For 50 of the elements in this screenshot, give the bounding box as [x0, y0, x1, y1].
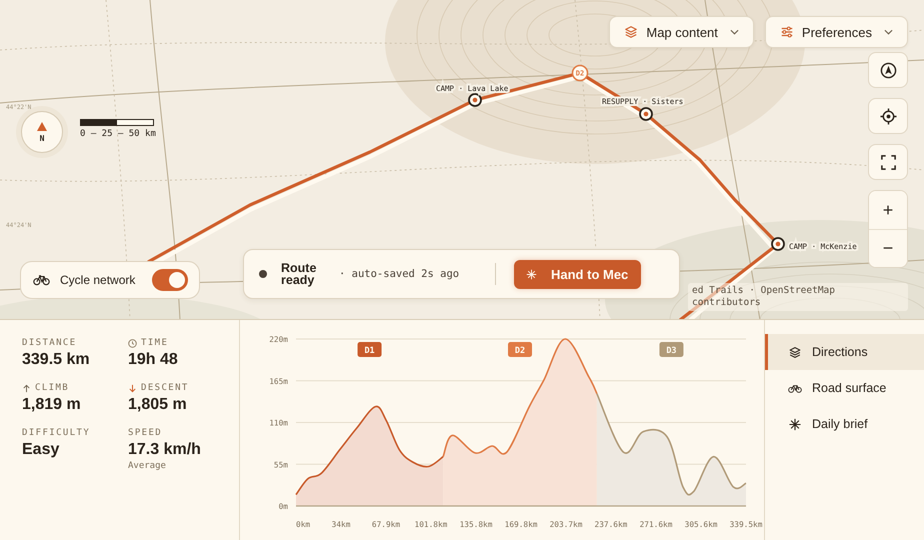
waypoint-marker[interactable] — [771, 237, 785, 251]
waypoint-marker[interactable] — [639, 107, 653, 121]
sparkle-icon — [526, 268, 537, 280]
arrow-up-icon — [22, 384, 31, 392]
north-arrow-icon — [37, 122, 47, 130]
autosave-note: · auto-saved 2s ago — [339, 268, 460, 280]
map-attribution: ed Trails · OpenStreetMap contributors — [688, 283, 908, 311]
stat-value: 1,819 m — [22, 396, 82, 414]
day-badge: D3 — [659, 342, 684, 357]
stat-value: 1,805 m — [128, 396, 188, 414]
stat-value: 17.3 km/h — [128, 441, 202, 459]
status-dot — [259, 270, 267, 278]
stat-label: DISTANCE — [22, 338, 77, 348]
chevron-down-icon — [730, 29, 739, 35]
stat-value: 19h 48 — [128, 351, 179, 369]
arrow-down-icon — [128, 384, 137, 392]
toggle-switch[interactable] — [152, 269, 188, 291]
fullscreen-icon — [880, 154, 896, 170]
dropdown-button[interactable]: Preferences — [764, 16, 908, 48]
locate-icon — [880, 108, 896, 124]
waypoint-marker[interactable] — [468, 93, 482, 107]
clock-icon — [128, 338, 137, 348]
sidebar-tab[interactable]: Directions — [765, 334, 924, 370]
day-badge: D2 — [508, 342, 532, 357]
map-tool-button[interactable] — [868, 144, 908, 180]
stat-value: Easy — [22, 441, 60, 459]
stat-value: 339.5 km — [22, 351, 91, 369]
chevron-down-icon — [884, 29, 893, 35]
stat-label: CLIMB — [35, 383, 70, 393]
hand-off-button[interactable]: Hand to Mec — [514, 260, 641, 288]
zoom-out-button[interactable]: − — [869, 229, 907, 267]
status-title: Route ready — [281, 262, 318, 286]
map-tool-button[interactable] — [868, 98, 908, 134]
toggle-label: Cycle network — [60, 273, 136, 287]
sidebar-tab[interactable]: Daily brief — [765, 406, 924, 442]
sliders-icon — [780, 25, 794, 39]
scale-label: 0 — 25 — 50 km — [80, 129, 157, 139]
dropdown-button[interactable]: Map content — [609, 16, 754, 48]
layers-icon — [788, 346, 802, 358]
stat-label: DESCENT — [141, 383, 189, 393]
stat-label: SPEED — [128, 428, 162, 438]
map-tool-button[interactable] — [868, 52, 908, 88]
layers-icon — [624, 25, 638, 39]
day-badge: D1 — [358, 342, 382, 357]
stat-label: TIME — [141, 338, 168, 348]
bicycle-icon — [33, 274, 50, 286]
sidebar-tab[interactable]: Road surface — [765, 370, 924, 406]
stat-note: Average — [128, 461, 167, 471]
sparkle-icon — [788, 418, 802, 430]
stat-label: DIFFICULTY — [22, 428, 90, 438]
